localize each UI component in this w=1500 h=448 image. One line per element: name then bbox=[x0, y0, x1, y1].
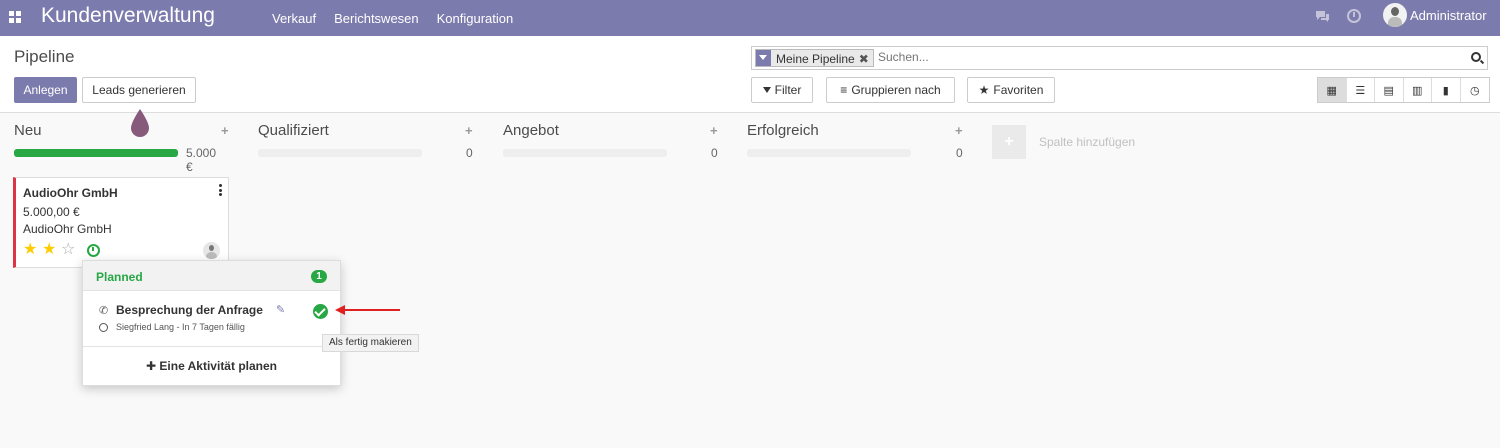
activity-clock-icon[interactable] bbox=[1347, 9, 1361, 23]
main-menu: Verkauf Berichtswesen Konfiguration bbox=[272, 0, 531, 36]
control-panel: Pipeline Anlegen Leads generieren Meine … bbox=[0, 36, 1500, 113]
add-column-button[interactable]: + bbox=[992, 125, 1026, 159]
facet-remove-icon[interactable]: ✖ bbox=[859, 52, 869, 66]
favorites-label: Favoriten bbox=[993, 83, 1044, 97]
popover-header: Planned 1 bbox=[83, 261, 340, 291]
due-clock-icon bbox=[99, 323, 108, 332]
menu-item-berichtswesen[interactable]: Berichtswesen bbox=[334, 11, 419, 26]
planned-count-badge: 1 bbox=[311, 270, 327, 283]
create-button[interactable]: Anlegen bbox=[14, 77, 77, 103]
phone-icon: ✆ bbox=[99, 305, 109, 317]
card-avatar bbox=[203, 242, 220, 259]
search-input[interactable] bbox=[878, 50, 1458, 64]
annotation-arrow bbox=[344, 309, 400, 311]
column-title: Erfolgreich bbox=[747, 122, 819, 139]
column-add-icon[interactable]: + bbox=[465, 123, 473, 138]
activity-view-icon[interactable]: ◷ bbox=[1460, 78, 1489, 102]
chat-icon[interactable] bbox=[1315, 10, 1330, 23]
mark-done-tooltip: Als fertig makieren bbox=[322, 334, 419, 352]
apps-grid-icon[interactable] bbox=[9, 11, 21, 23]
mark-done-icon[interactable] bbox=[313, 304, 328, 319]
column-sum: 0 bbox=[956, 146, 963, 160]
column-progress-bar[interactable] bbox=[503, 149, 667, 157]
activity-clock-icon[interactable] bbox=[87, 244, 100, 257]
list-view-icon[interactable]: ☰ bbox=[1346, 78, 1375, 102]
drop-marker-icon bbox=[131, 109, 149, 137]
edit-pencil-icon[interactable]: ✎ bbox=[276, 303, 285, 316]
column-title: Qualifiziert bbox=[258, 122, 329, 139]
kanban-view-icon[interactable]: ▦ bbox=[1318, 78, 1347, 102]
menu-item-verkauf[interactable]: Verkauf bbox=[272, 11, 316, 26]
star-icon[interactable]: ★ bbox=[42, 242, 61, 258]
search-icon[interactable] bbox=[1471, 52, 1481, 62]
divider bbox=[83, 346, 340, 347]
annotation-arrow-head bbox=[335, 305, 345, 315]
graph-view-icon[interactable]: ▮ bbox=[1432, 78, 1461, 102]
favorites-button[interactable]: ★ Favoriten bbox=[967, 77, 1055, 103]
card-title: AudioOhr GmbH bbox=[23, 186, 118, 200]
activity-meta: Siegfried Lang - In 7 Tagen fällig bbox=[116, 322, 245, 332]
breadcrumb: Pipeline bbox=[14, 47, 75, 66]
search-bar: Meine Pipeline ✖ bbox=[751, 46, 1488, 70]
card-company: AudioOhr GmbH bbox=[23, 222, 112, 236]
column-title: Angebot bbox=[503, 122, 559, 139]
view-switcher: ▦ ☰ ▤ ▥ ▮ ◷ bbox=[1317, 77, 1490, 103]
groupby-label: Gruppieren nach bbox=[851, 83, 941, 97]
star-icon[interactable]: ★ bbox=[23, 242, 42, 258]
activity-title[interactable]: Besprechung der Anfrage bbox=[116, 303, 263, 317]
progress-fill bbox=[14, 149, 178, 157]
column-add-icon[interactable]: + bbox=[221, 123, 229, 138]
top-navbar: Kundenverwaltung Verkauf Berichtswesen K… bbox=[0, 0, 1500, 36]
groupby-button[interactable]: ≡ Gruppieren nach bbox=[826, 77, 955, 103]
menu-item-konfiguration[interactable]: Konfiguration bbox=[437, 11, 514, 26]
user-name[interactable]: Administrator bbox=[1410, 8, 1487, 23]
activity-popover: Planned 1 ✆ Besprechung der Anfrage ✎ Si… bbox=[82, 260, 341, 386]
filter-icon bbox=[762, 87, 771, 93]
column-sum: 5.000 € bbox=[186, 146, 217, 174]
filter-label: Filter bbox=[774, 83, 802, 97]
column-add-icon[interactable]: + bbox=[955, 123, 963, 138]
column-progress-bar[interactable] bbox=[14, 149, 178, 157]
calendar-view-icon[interactable]: ▤ bbox=[1375, 78, 1404, 102]
filter-button[interactable]: Filter bbox=[751, 77, 813, 103]
kanban-card[interactable]: AudioOhr GmbH 5.000,00 € AudioOhr GmbH ★… bbox=[13, 177, 229, 268]
schedule-activity-button[interactable]: ✚ Eine Aktivität planen bbox=[83, 359, 340, 373]
column-sum: 0 bbox=[711, 146, 718, 160]
pivot-view-icon[interactable]: ▥ bbox=[1403, 78, 1432, 102]
card-dropdown-icon[interactable] bbox=[219, 184, 222, 196]
planned-label: Planned bbox=[96, 270, 143, 284]
card-amount: 5.000,00 € bbox=[23, 205, 80, 219]
column-sum: 0 bbox=[466, 146, 473, 160]
filter-funnel-icon bbox=[756, 50, 771, 66]
generate-leads-button[interactable]: Leads generieren bbox=[82, 77, 196, 103]
add-column-label[interactable]: Spalte hinzufügen bbox=[1039, 135, 1135, 149]
star-empty-icon[interactable]: ☆ bbox=[61, 242, 80, 258]
app-title: Kundenverwaltung bbox=[41, 4, 215, 27]
facet-label: Meine Pipeline bbox=[776, 51, 855, 66]
column-add-icon[interactable]: + bbox=[710, 123, 718, 138]
priority-stars: ★ ★ ☆ bbox=[23, 242, 80, 258]
column-title: Neu bbox=[14, 122, 42, 139]
column-progress-bar[interactable] bbox=[258, 149, 422, 157]
search-facet: Meine Pipeline ✖ bbox=[755, 49, 874, 67]
star-icon: ★ bbox=[978, 83, 990, 97]
column-progress-bar[interactable] bbox=[747, 149, 911, 157]
bars-icon: ≡ bbox=[840, 83, 848, 97]
user-avatar[interactable] bbox=[1383, 3, 1407, 27]
